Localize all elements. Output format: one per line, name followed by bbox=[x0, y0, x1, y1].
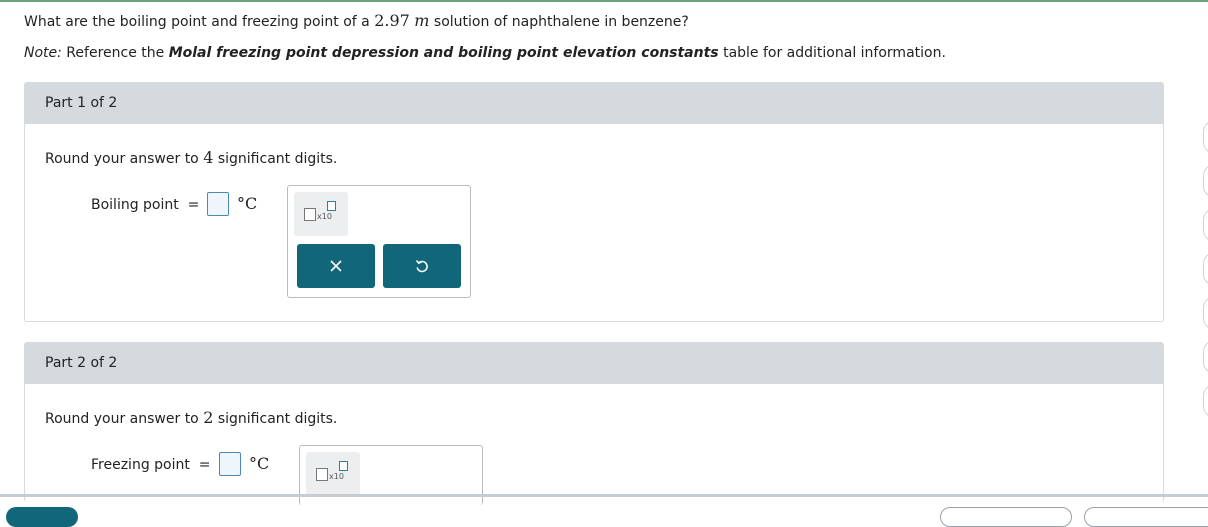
freezing-point-input[interactable] bbox=[219, 452, 241, 476]
side-tab[interactable] bbox=[1203, 164, 1208, 198]
exponent-box-icon bbox=[327, 201, 336, 211]
part-2-instructions: Round your answer to 2 significant digit… bbox=[45, 408, 337, 427]
round-post: significant digits. bbox=[213, 151, 338, 167]
molality-value: 2.97 bbox=[374, 11, 410, 30]
molality-unit: m bbox=[414, 11, 430, 30]
mantissa-box-icon bbox=[316, 468, 328, 481]
close-icon bbox=[330, 260, 342, 272]
side-tab[interactable] bbox=[1203, 208, 1208, 242]
boiling-point-label: Boiling point = bbox=[91, 197, 199, 213]
question-text: What are the boiling point and freezing … bbox=[24, 11, 689, 30]
part-1-math-palette: x10 bbox=[287, 185, 471, 298]
equals-sign: = bbox=[187, 197, 200, 213]
x10-label: x10 bbox=[317, 212, 332, 221]
top-divider bbox=[0, 0, 1208, 2]
round-post: significant digits. bbox=[213, 411, 338, 427]
primary-action-button[interactable] bbox=[6, 507, 78, 527]
part-1-panel: Part 1 of 2 Round your answer to 4 signi… bbox=[24, 82, 1164, 322]
undo-button[interactable] bbox=[383, 244, 461, 288]
note-text: Note: Reference the Molal freezing point… bbox=[24, 45, 946, 61]
part-2-panel: Part 2 of 2 Round your answer to 2 signi… bbox=[24, 342, 1164, 505]
question-pre: What are the boiling point and freezing … bbox=[24, 14, 375, 30]
sci-notation-button[interactable]: x10 bbox=[306, 452, 360, 496]
exponent-box-icon bbox=[339, 461, 348, 471]
bottom-toolbar-border bbox=[0, 494, 1208, 497]
label-text: Boiling point bbox=[91, 197, 179, 213]
note-pre: Reference the bbox=[61, 45, 169, 61]
label-text: Freezing point bbox=[91, 457, 190, 473]
x10-label: x10 bbox=[329, 472, 344, 481]
sig-digits: 2 bbox=[203, 408, 214, 427]
constants-table-link[interactable]: Molal freezing point depression and boil… bbox=[169, 45, 719, 61]
freezing-point-label: Freezing point = bbox=[91, 457, 211, 473]
round-pre: Round your answer to bbox=[45, 151, 204, 167]
freezing-point-unit: °C bbox=[249, 454, 270, 473]
boiling-point-unit: °C bbox=[237, 194, 258, 213]
side-tab[interactable] bbox=[1203, 252, 1208, 286]
secondary-action-button[interactable] bbox=[940, 507, 1072, 527]
round-pre: Round your answer to bbox=[45, 411, 204, 427]
side-tab[interactable] bbox=[1203, 120, 1208, 154]
side-tab[interactable] bbox=[1203, 296, 1208, 330]
note-label: Note: bbox=[24, 45, 62, 61]
clear-button[interactable] bbox=[297, 244, 375, 288]
note-post: table for additional information. bbox=[718, 45, 946, 61]
boiling-point-input[interactable] bbox=[207, 192, 229, 216]
sig-digits: 4 bbox=[203, 148, 214, 167]
side-tab[interactable] bbox=[1203, 384, 1208, 418]
sci-notation-button[interactable]: x10 bbox=[294, 192, 348, 236]
part-1-header: Part 1 of 2 bbox=[25, 83, 1163, 124]
side-tab[interactable] bbox=[1203, 340, 1208, 374]
question-post: solution of naphthalene in benzene? bbox=[429, 14, 689, 30]
equals-sign: = bbox=[198, 457, 211, 473]
part-1-instructions: Round your answer to 4 significant digit… bbox=[45, 148, 337, 167]
part-2-header: Part 2 of 2 bbox=[25, 343, 1163, 384]
tertiary-action-button[interactable] bbox=[1084, 507, 1208, 527]
mantissa-box-icon bbox=[304, 208, 316, 221]
undo-icon bbox=[415, 260, 428, 273]
